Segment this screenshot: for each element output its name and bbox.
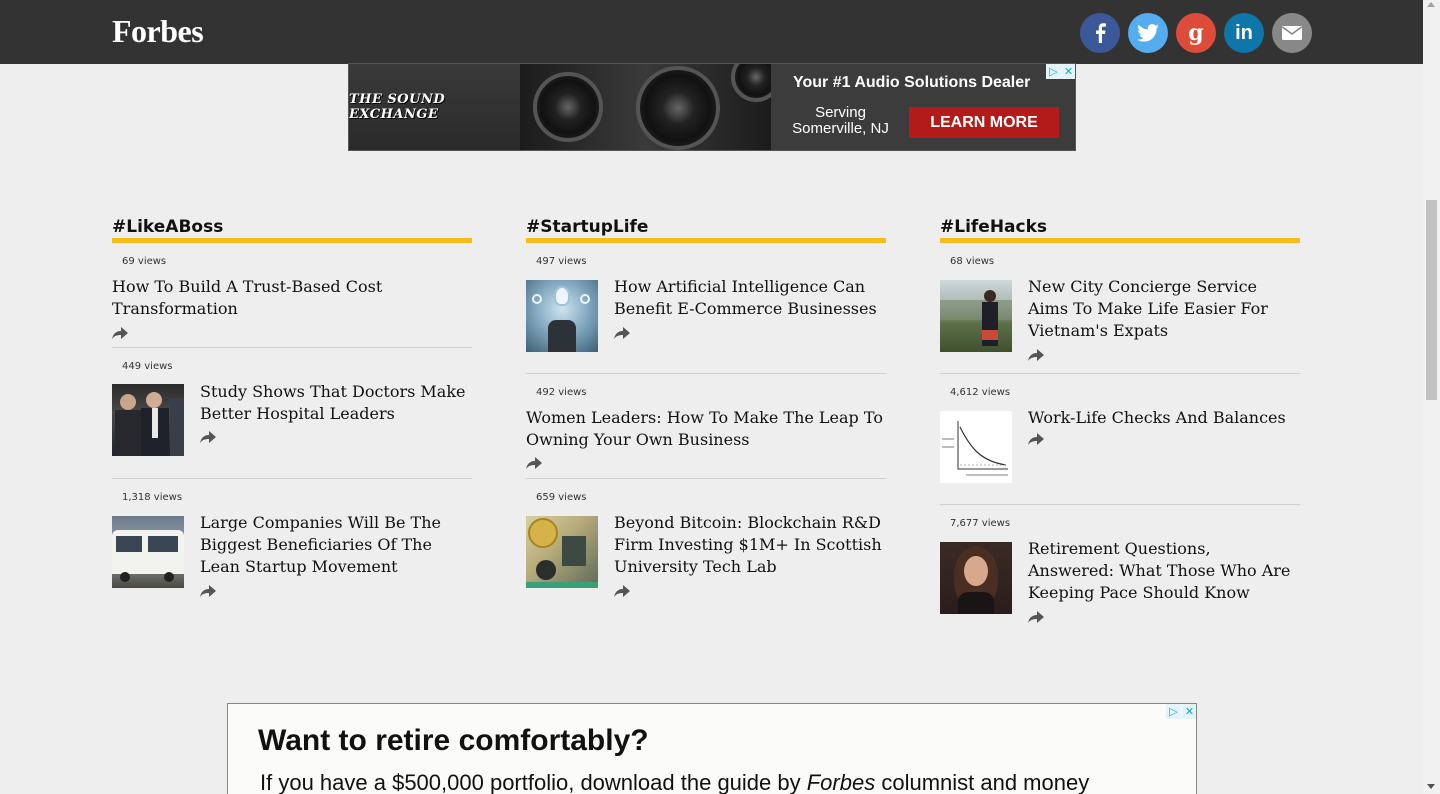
- section-title[interactable]: #LifeHacks: [940, 215, 1300, 243]
- adchoices-icon[interactable]: ▷: [1166, 704, 1181, 719]
- scrollbar-thumb[interactable]: [1426, 200, 1437, 400]
- google-plus-icon: g: [1188, 20, 1204, 46]
- story-card[interactable]: 69 views How To Build A Trust-Based Cost…: [112, 256, 472, 348]
- linkedin-share-button[interactable]: in: [1224, 13, 1264, 53]
- forbes-logo[interactable]: Forbes: [112, 13, 204, 50]
- speaker-image: [521, 64, 781, 150]
- top-advertisement[interactable]: THE SOUND EXCHANGE Your #1 Audio Solutio…: [348, 63, 1076, 151]
- share-icon[interactable]: [614, 585, 630, 597]
- story-thumbnail[interactable]: [940, 280, 1012, 352]
- share-icon[interactable]: [526, 457, 542, 469]
- ad-body: If you have a $500,000 portfolio, downlo…: [260, 770, 1090, 794]
- facebook-icon: [1096, 23, 1106, 43]
- share-icon[interactable]: [200, 431, 216, 443]
- story-card[interactable]: 492 views Women Leaders: How To Make The…: [526, 387, 886, 479]
- view-count: 68 views: [950, 256, 995, 267]
- email-icon: [1282, 26, 1302, 40]
- google-plus-share-button[interactable]: g: [1176, 13, 1216, 53]
- ad-subtext: Serving Somerville, NJ: [792, 104, 889, 137]
- story-headline[interactable]: Work-Life Checks And Balances: [1028, 407, 1300, 429]
- twitter-icon: [1137, 24, 1159, 42]
- close-ad-icon[interactable]: ✕: [1061, 64, 1075, 79]
- twitter-share-button[interactable]: [1128, 13, 1168, 53]
- story-card[interactable]: 449 views Study Shows That Doctors Make …: [112, 361, 472, 479]
- story-thumbnail[interactable]: [940, 411, 1012, 483]
- ad-logo: THE SOUND EXCHANGE: [349, 64, 520, 150]
- story-card[interactable]: 4,612 views Work-Life Checks And Balance…: [940, 387, 1300, 505]
- adchoices-icon[interactable]: ▷: [1046, 64, 1061, 79]
- story-card[interactable]: 68 views New City Concierge Service Aims…: [940, 256, 1300, 374]
- story-thumbnail[interactable]: [526, 280, 598, 352]
- email-share-button[interactable]: [1272, 13, 1312, 53]
- story-thumbnail[interactable]: [940, 542, 1012, 614]
- ad-headline: Your #1 Audio Solutions Dealer: [793, 74, 1031, 91]
- story-card[interactable]: 7,677 views Retirement Questions, Answer…: [940, 518, 1300, 623]
- story-headline[interactable]: How Artificial Intelligence Can Benefit …: [614, 276, 886, 320]
- view-count: 659 views: [536, 492, 587, 503]
- view-count: 4,612 views: [950, 387, 1011, 398]
- story-thumbnail[interactable]: [526, 516, 598, 588]
- story-headline[interactable]: Retirement Questions, Answered: What Tho…: [1028, 538, 1300, 604]
- close-ad-icon[interactable]: ✕: [1182, 704, 1196, 719]
- story-headline[interactable]: Women Leaders: How To Make The Leap To O…: [526, 407, 886, 451]
- ad-title: Want to retire comfortably?: [258, 724, 649, 757]
- learn-more-button[interactable]: LEARN MORE: [909, 107, 1059, 138]
- view-count: 1,318 views: [122, 492, 183, 503]
- ad-copy: Your #1 Audio Solutions Dealer Serving S…: [771, 64, 1075, 150]
- story-headline[interactable]: Beyond Bitcoin: Blockchain R&D Firm Inve…: [614, 512, 886, 578]
- column-startuplife: #StartupLife 497 views How Artificial In…: [526, 215, 886, 597]
- graph-sketch-icon: [942, 421, 1008, 476]
- story-thumbnail[interactable]: [112, 516, 184, 588]
- facebook-share-button[interactable]: [1080, 13, 1120, 53]
- view-count: 492 views: [536, 387, 587, 398]
- column-lifehacks: #LifeHacks 68 views New City Concierge S…: [940, 215, 1300, 623]
- section-title[interactable]: #StartupLife: [526, 215, 886, 243]
- story-card[interactable]: 497 views How Artificial Intelligence Ca…: [526, 256, 886, 374]
- share-icon[interactable]: [200, 585, 216, 597]
- view-count: 497 views: [536, 256, 587, 267]
- story-headline[interactable]: New City Concierge Service Aims To Make …: [1028, 276, 1300, 342]
- share-icon[interactable]: [1028, 349, 1044, 361]
- share-icon[interactable]: [112, 327, 128, 339]
- scroll-up-arrow-icon[interactable]: [1427, 2, 1435, 7]
- section-title[interactable]: #LikeABoss: [112, 215, 472, 243]
- linkedin-icon: in: [1235, 21, 1253, 44]
- story-card[interactable]: 659 views Beyond Bitcoin: Blockchain R&D…: [526, 492, 886, 597]
- share-icon[interactable]: [614, 327, 630, 339]
- story-card[interactable]: 1,318 views Large Companies Will Be The …: [112, 492, 472, 597]
- bottom-advertisement[interactable]: Want to retire comfortably? If you have …: [227, 703, 1197, 794]
- story-headline[interactable]: Large Companies Will Be The Biggest Bene…: [200, 512, 472, 578]
- story-thumbnail[interactable]: [112, 384, 184, 456]
- story-headline[interactable]: Study Shows That Doctors Make Better Hos…: [200, 381, 472, 425]
- story-headline[interactable]: How To Build A Trust-Based Cost Transfor…: [112, 276, 412, 320]
- site-header: Forbes g in: [0, 0, 1423, 64]
- view-count: 449 views: [122, 361, 173, 372]
- column-likeaboss: #LikeABoss 69 views How To Build A Trust…: [112, 215, 472, 597]
- share-icon[interactable]: [1028, 433, 1044, 445]
- view-count: 7,677 views: [950, 518, 1011, 529]
- share-icon[interactable]: [1028, 611, 1044, 623]
- view-count: 69 views: [122, 256, 167, 267]
- scroll-down-arrow-icon[interactable]: [1427, 784, 1435, 789]
